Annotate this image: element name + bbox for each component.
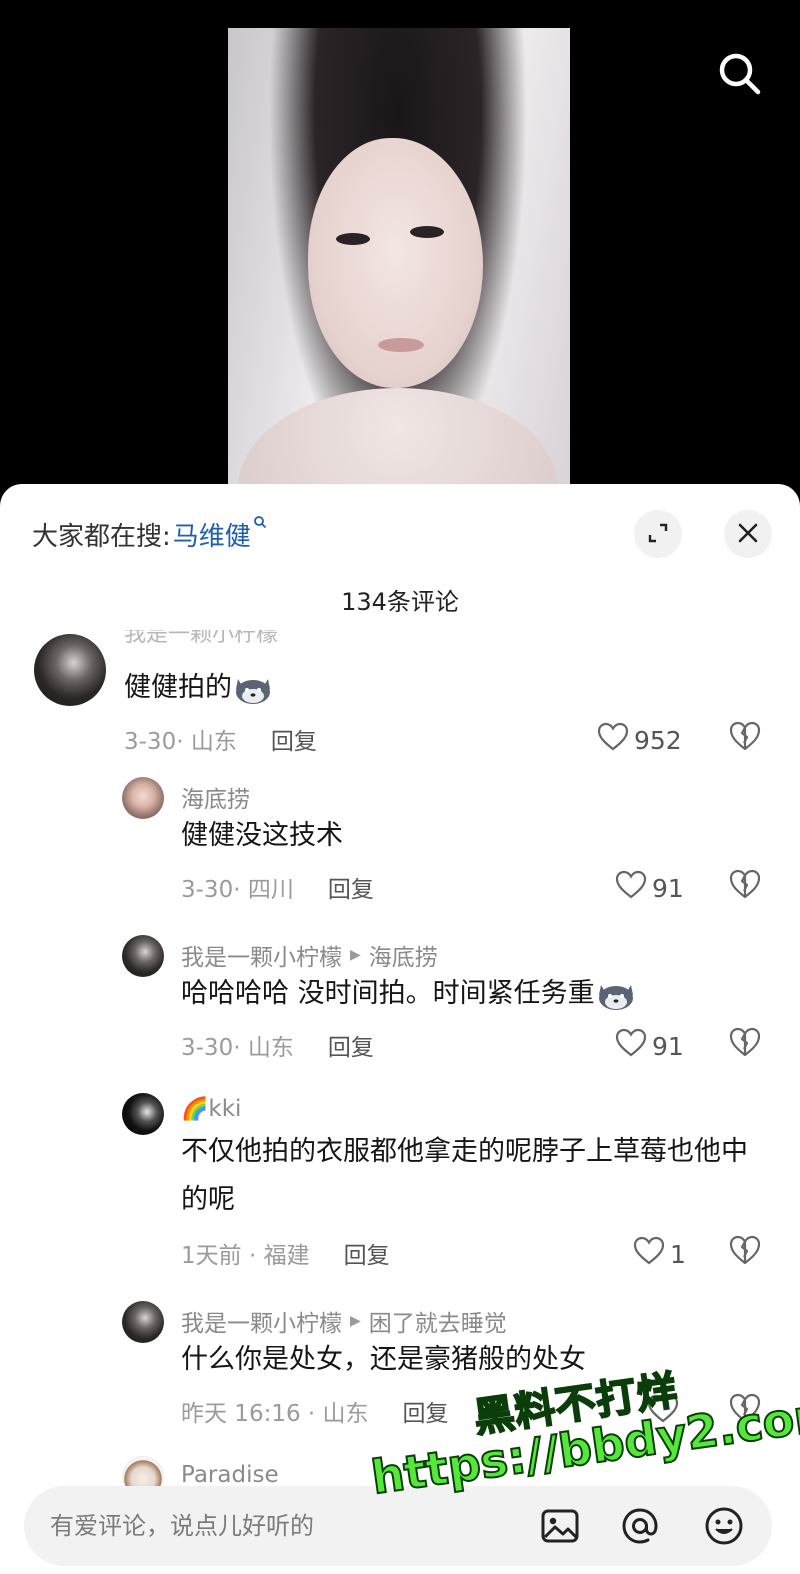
- like-button[interactable]: 91: [614, 868, 684, 908]
- comment-author-name[interactable]: 我是一颗小柠檬: [181, 1304, 342, 1338]
- avatar[interactable]: [34, 634, 106, 706]
- smiley-icon: [702, 1507, 746, 1551]
- avatar[interactable]: [122, 935, 164, 977]
- comment-text-content: 哈哈哈哈 没时间拍。时间紧任务重: [181, 978, 595, 1009]
- avatar[interactable]: [122, 1456, 164, 1490]
- comment-input[interactable]: [50, 1506, 520, 1546]
- comment-time-location: 1天前 · 福建: [181, 1243, 310, 1269]
- comment-meta: 3-30· 山东 回复: [181, 1028, 374, 1062]
- reply-button[interactable]: 回复: [344, 1236, 390, 1270]
- expand-button[interactable]: [634, 510, 682, 558]
- trending-search-bar: 大家都在搜: 马维健: [32, 514, 267, 554]
- comment-time-location: 3-30· 四川: [181, 877, 294, 903]
- mention-button[interactable]: [618, 1504, 662, 1548]
- comment-author: Paradise: [181, 1462, 279, 1488]
- like-button[interactable]: [646, 1392, 680, 1432]
- comment-text: 哈哈哈哈 没时间拍。时间紧任务重: [181, 970, 781, 1018]
- like-button[interactable]: 952: [596, 720, 682, 760]
- avatar[interactable]: [122, 1301, 164, 1343]
- comment-time-location: 昨天 16:16 · 山东: [181, 1401, 369, 1427]
- comment-author-name[interactable]: 我是一颗小柠檬: [181, 938, 342, 972]
- like-count: 91: [652, 873, 684, 903]
- comment-author: 海底捞: [181, 780, 250, 814]
- close-button[interactable]: [724, 510, 772, 558]
- video-figure-eye-left: [336, 233, 370, 245]
- like-button[interactable]: 91: [614, 1026, 684, 1066]
- comment-time-location: 3-30· 山东: [124, 729, 237, 755]
- comment-author: 我是一颗小柠檬 ▶ 海底捞: [181, 938, 438, 972]
- video-frame[interactable]: [228, 28, 570, 498]
- heart-icon: [614, 1026, 648, 1066]
- trending-label: 大家都在搜:: [32, 521, 171, 552]
- comment-author: 我是一颗小柠檬 ▶ 困了就去睡觉: [181, 1304, 507, 1338]
- rainbow-icon: 🌈: [181, 1096, 209, 1122]
- image-icon: [538, 1509, 582, 1551]
- comment-meta: 3-30· 山东 回复: [124, 722, 317, 756]
- broken-heart-icon: [727, 721, 763, 758]
- broken-heart-icon: [727, 869, 763, 906]
- trending-search-link[interactable]: 马维健: [173, 516, 251, 553]
- search-button[interactable]: [712, 46, 768, 102]
- comment-text-content: 健健拍的: [124, 672, 232, 703]
- comment-text: 不仅他拍的衣服都他拿走的呢脖子上草莓也他中的呢: [181, 1136, 748, 1215]
- close-icon: [735, 520, 761, 549]
- image-button[interactable]: [538, 1504, 582, 1548]
- comment-meta: 3-30· 四川 回复: [181, 870, 374, 904]
- broken-heart-icon: [727, 1235, 763, 1272]
- heart-icon: [646, 1392, 680, 1432]
- search-icon: [712, 53, 768, 105]
- broken-heart-icon: [727, 1027, 763, 1064]
- reply-to-name[interactable]: 海底捞: [369, 938, 438, 972]
- comment-input-bar: [24, 1486, 772, 1566]
- comment-author-name[interactable]: 我是一颗小柠檬: [124, 630, 278, 648]
- dislike-button[interactable]: [727, 1390, 763, 1426]
- comment-meta: 昨天 16:16 · 山东 回复: [181, 1394, 449, 1428]
- comment-author: 🌈 kki: [181, 1096, 241, 1122]
- like-button[interactable]: 1: [632, 1234, 686, 1274]
- comment-author-name[interactable]: 海底捞: [181, 780, 250, 814]
- video-player[interactable]: [0, 0, 800, 500]
- reply-button[interactable]: 回复: [271, 722, 317, 756]
- comment-time-location: 3-30· 山东: [181, 1035, 294, 1061]
- avatar[interactable]: [122, 1093, 164, 1135]
- dislike-button[interactable]: [727, 866, 763, 902]
- reply-button[interactable]: 回复: [328, 1028, 374, 1062]
- comment-text: 健健拍的: [124, 664, 714, 712]
- dislike-button[interactable]: [727, 1024, 763, 1060]
- dislike-button[interactable]: [727, 718, 763, 754]
- dislike-button[interactable]: [727, 1232, 763, 1268]
- video-figure-lips: [378, 338, 424, 352]
- heart-icon: [632, 1234, 666, 1274]
- video-figure-eye-right: [410, 226, 444, 238]
- husky-emoji-icon: [595, 979, 637, 1011]
- comment-author-name[interactable]: Paradise: [181, 1462, 279, 1488]
- expand-icon: [645, 520, 671, 549]
- comment-author-name[interactable]: kki: [208, 1096, 241, 1122]
- avatar[interactable]: [122, 777, 164, 819]
- reply-to-arrow-icon: ▶: [350, 947, 361, 963]
- heart-icon: [614, 868, 648, 908]
- comment-count-title: 134条评论: [341, 588, 459, 616]
- broken-heart-icon: [727, 1393, 763, 1430]
- reply-to-name[interactable]: 困了就去睡觉: [369, 1304, 507, 1338]
- like-count: 91: [652, 1031, 684, 1061]
- comment-meta: 1天前 · 福建 回复: [181, 1236, 390, 1270]
- reply-button[interactable]: 回复: [328, 870, 374, 904]
- trending-search-icon: [253, 515, 267, 533]
- comment-list[interactable]: 我是一颗小柠檬 健健拍的 3-30· 山东 回复 952 海底捞 健健没这技术 …: [0, 630, 800, 1490]
- like-count: 952: [634, 725, 682, 755]
- like-count: 1: [670, 1239, 686, 1269]
- comment-sheet: 大家都在搜: 马维健 134条评论 我是一颗小柠檬 健健拍的 3-30· 山东 …: [0, 484, 800, 1574]
- reply-to-arrow-icon: ▶: [350, 1313, 361, 1329]
- emoji-button[interactable]: [702, 1504, 746, 1548]
- at-sign-icon: [618, 1508, 662, 1551]
- comment-text: 健健没这技术: [181, 820, 343, 851]
- reply-button[interactable]: 回复: [403, 1394, 449, 1428]
- husky-emoji-icon: [232, 673, 274, 705]
- comment-text: 什么你是处女，还是豪猪般的处女: [181, 1344, 586, 1375]
- heart-icon: [596, 720, 630, 760]
